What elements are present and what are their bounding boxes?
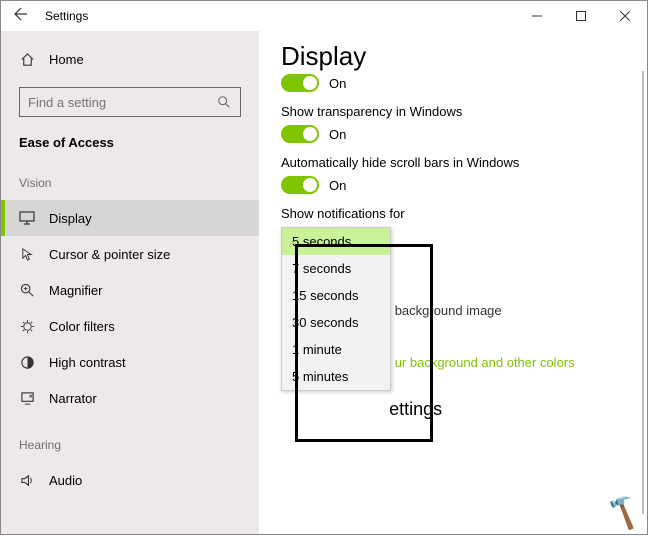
dropdown-option[interactable]: 1 minute (282, 336, 390, 363)
group-hearing: Hearing (1, 430, 259, 462)
narrator-icon (19, 390, 35, 406)
transparency-toggle[interactable] (281, 125, 319, 143)
scrollbars-toggle[interactable] (281, 176, 319, 194)
scrollbars-toggle-row: On (281, 176, 619, 194)
nav-label: Cursor & pointer size (49, 247, 170, 262)
section-title: Ease of Access (1, 135, 259, 168)
search-box[interactable] (19, 87, 241, 117)
nav-label: Magnifier (49, 283, 102, 298)
home-nav[interactable]: Home (1, 45, 259, 73)
page-title: Display (281, 41, 619, 72)
color-filters-icon (19, 318, 35, 334)
settings-window: Settings Home Ease of Acc (0, 0, 648, 535)
nav-high-contrast[interactable]: High contrast (1, 344, 259, 380)
display-icon (19, 210, 35, 226)
nav-label: Display (49, 211, 92, 226)
nav-magnifier[interactable]: Magnifier (1, 272, 259, 308)
high-contrast-icon (19, 354, 35, 370)
nav-label: High contrast (49, 355, 126, 370)
notifications-dropdown[interactable]: 5 seconds7 seconds15 seconds30 seconds1 … (281, 227, 619, 391)
titlebar: Settings (1, 1, 647, 31)
nav-color-filters[interactable]: Color filters (1, 308, 259, 344)
maximize-icon (576, 11, 586, 21)
nav-label: Narrator (49, 391, 97, 406)
toggle-state: On (329, 76, 346, 91)
transparency-state: On (329, 127, 346, 142)
sidebar: Home Ease of Access Vision Display (1, 31, 259, 534)
notifications-label: Show notifications for (281, 206, 619, 221)
main-panel: Display On Show transparency in Windows … (259, 31, 647, 534)
toggle-row-top: On (281, 74, 619, 92)
home-icon (19, 51, 35, 67)
dropdown-option[interactable]: 5 seconds (282, 228, 390, 255)
back-button[interactable] (1, 6, 41, 27)
home-label: Home (49, 52, 84, 67)
nav-display[interactable]: Display (1, 200, 259, 236)
search-input[interactable] (28, 95, 216, 110)
close-button[interactable] (603, 1, 647, 31)
transparency-label: Show transparency in Windows (281, 104, 619, 119)
group-vision: Vision (1, 168, 259, 200)
nav-label: Color filters (49, 319, 115, 334)
dropdown-option[interactable]: 7 seconds (282, 255, 390, 282)
nav-audio[interactable]: Audio (1, 462, 259, 498)
dropdown-option[interactable]: 5 minutes (282, 363, 390, 390)
magnifier-icon (19, 282, 35, 298)
close-icon (620, 11, 630, 21)
transparency-toggle-row: On (281, 125, 619, 143)
scrollbars-state: On (329, 178, 346, 193)
search-icon (216, 94, 232, 110)
nav-cursor[interactable]: Cursor & pointer size (1, 236, 259, 272)
audio-icon (19, 472, 35, 488)
minimize-button[interactable] (515, 1, 559, 31)
toggle-switch[interactable] (281, 74, 319, 92)
dropdown-list: 5 seconds7 seconds15 seconds30 seconds1 … (281, 227, 391, 391)
nav-narrator[interactable]: Narrator (1, 380, 259, 416)
scrollbar[interactable] (642, 71, 644, 514)
scrollbars-label: Automatically hide scroll bars in Window… (281, 155, 619, 170)
dropdown-option[interactable]: 15 seconds (282, 282, 390, 309)
dropdown-option[interactable]: 30 seconds (282, 309, 390, 336)
content-area: Home Ease of Access Vision Display (1, 31, 647, 534)
nav-label: Audio (49, 473, 82, 488)
settings-heading-partial: 00000000000ettings (279, 399, 442, 420)
maximize-button[interactable] (559, 1, 603, 31)
minimize-icon (532, 11, 542, 21)
cursor-icon (19, 246, 35, 262)
back-arrow-icon (13, 6, 29, 22)
window-title: Settings (41, 9, 515, 23)
